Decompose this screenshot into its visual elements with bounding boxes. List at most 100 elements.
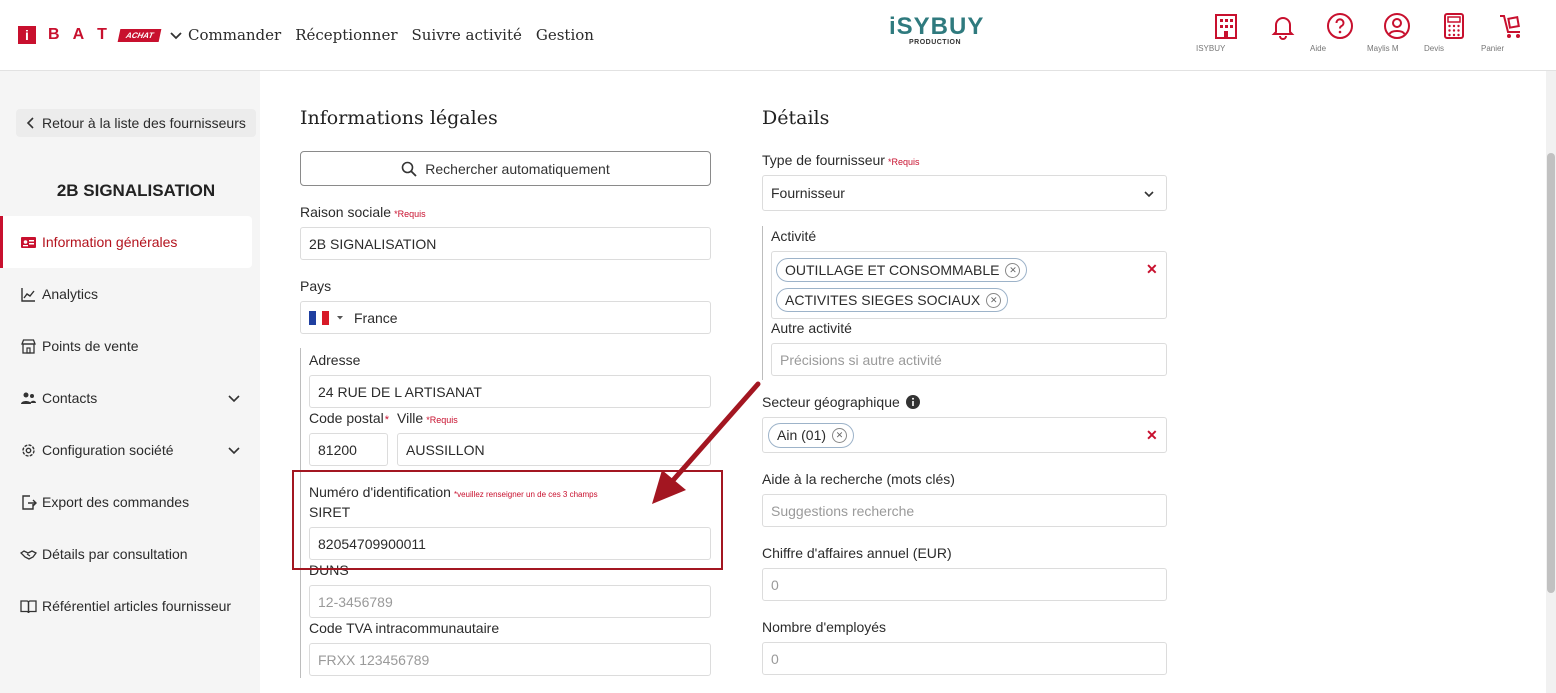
raison-sociale-label-text: Raison sociale [300, 204, 392, 220]
book-icon [20, 599, 37, 613]
required-mark: *Requis [426, 415, 458, 425]
secteur-multiselect[interactable]: Ain (01) ✕ [762, 417, 1167, 453]
export-icon [22, 494, 37, 510]
auto-search-button[interactable]: Rechercher automatiquement [300, 151, 711, 186]
remove-chip-icon[interactable]: ✕ [832, 427, 848, 443]
building-icon [1215, 14, 1237, 39]
clear-secteur-icon[interactable]: ✕ [1146, 427, 1158, 444]
raison-sociale-field[interactable]: 2B SIGNALISATION [300, 227, 711, 260]
sidebar-menu: Information générales Analytics Points d… [0, 216, 252, 632]
sidebar-item-label: Contacts [42, 390, 98, 406]
type-fournisseur-value: Fournisseur [771, 185, 845, 201]
chevron-down-icon[interactable] [168, 27, 184, 43]
people-icon [21, 392, 36, 404]
france-flag-icon [309, 310, 329, 325]
sidebar-item-information-generales[interactable]: Information générales [0, 216, 252, 268]
sidebar-item-configuration-societe[interactable]: Configuration société [0, 424, 252, 476]
sidebar-item-contacts[interactable]: Contacts [0, 372, 252, 424]
nav-gestion[interactable]: Gestion [536, 26, 594, 44]
isybuy-button[interactable]: ISYBUY [1196, 12, 1256, 53]
sidebar-item-points-de-vente[interactable]: Points de vente [0, 320, 252, 372]
brand-achat-badge: ACHAT [117, 28, 162, 42]
isybuy-label: ISYBUY [1196, 44, 1226, 53]
chevron-down-icon[interactable] [226, 442, 242, 458]
type-fournisseur-label: Type de fournisseur *Requis [762, 152, 920, 168]
chevron-left-icon [26, 117, 34, 129]
sidebar-item-details-par-consultation[interactable]: Détails par consultation [0, 528, 252, 580]
back-label: Retour à la liste des fournisseurs [42, 115, 246, 131]
chiffre-affaires-label: Chiffre d'affaires annuel (EUR) [762, 545, 952, 561]
caret-down-icon[interactable] [335, 314, 345, 322]
top-bar: i B A T ACHAT Commander Réceptionner Sui… [0, 0, 1556, 71]
nav-suivre-activite[interactable]: Suivre activité [412, 26, 522, 44]
clear-activites-icon[interactable]: ✕ [1146, 261, 1158, 278]
secteur-chip-label: Ain (01) [777, 427, 827, 443]
required-star: * [384, 414, 389, 426]
account-label: Maylis M [1367, 44, 1399, 53]
aide-recherche-field[interactable]: Suggestions recherche [762, 494, 1167, 527]
details-section-title: Détails [762, 107, 830, 129]
brand-logo[interactable]: i B A T ACHAT [18, 26, 184, 44]
handshake-icon [20, 549, 37, 560]
annotation-arrow [652, 381, 761, 504]
duns-field[interactable]: 12-3456789 [309, 585, 711, 618]
sidebar-item-export-des-commandes[interactable]: Export des commandes [0, 476, 252, 528]
secteur-label: Secteur géographique [762, 394, 920, 410]
tva-label: Code TVA intracommunautaire [309, 620, 500, 636]
brand-letter: T [97, 26, 107, 43]
brand-letters: B A T [48, 26, 107, 44]
user-icon [1384, 13, 1410, 39]
pays-value: France [354, 309, 398, 326]
sidebar-item-referentiel-articles[interactable]: Référentiel articles fournisseur [0, 580, 252, 632]
sidebar-item-label: Analytics [42, 286, 99, 302]
chiffre-affaires-field[interactable]: 0 [762, 568, 1167, 601]
cart-button[interactable]: Panier [1481, 12, 1541, 53]
brand-letter: A [72, 26, 85, 43]
calculator-icon [1444, 13, 1464, 39]
nav-commander[interactable]: Commander [188, 26, 281, 44]
autre-activite-field[interactable]: Précisions si autre activité [771, 343, 1167, 376]
activite-chip-label: ACTIVITES SIEGES SOCIAUX [785, 292, 981, 308]
help-label: Aide [1310, 44, 1327, 53]
code-postal-label: Code postal* [309, 410, 389, 426]
nav-receptionner[interactable]: Réceptionner [295, 26, 397, 44]
sidebar-item-label: Configuration société [42, 442, 174, 458]
required-mark: *Requis [887, 157, 920, 167]
cart-icon [1500, 15, 1520, 38]
secteur-label-text: Secteur géographique [762, 394, 900, 410]
activite-chip: OUTILLAGE ET CONSOMMABLE ✕ [776, 258, 1028, 282]
type-fournisseur-select[interactable]: Fournisseur [762, 175, 1167, 211]
pays-label: Pays [300, 278, 332, 294]
info-icon[interactable] [905, 395, 920, 409]
help-icon [1327, 13, 1353, 39]
pays-field[interactable]: France [300, 301, 711, 334]
nombre-employes-label: Nombre d'employés [762, 619, 887, 635]
cart-label: Panier [1481, 44, 1505, 53]
account-button[interactable]: Maylis M [1367, 12, 1427, 53]
chart-line-icon [21, 287, 35, 302]
remove-chip-icon[interactable]: ✕ [986, 292, 1002, 308]
tva-field[interactable]: FRXX 123456789 [309, 643, 711, 676]
settings-icon [22, 443, 35, 457]
search-icon [401, 161, 417, 177]
chevron-down-icon[interactable] [226, 390, 242, 406]
chevron-down-icon [1144, 191, 1154, 198]
help-button[interactable]: Aide [1310, 12, 1370, 53]
scrollbar-thumb[interactable] [1547, 153, 1555, 593]
autre-activite-label: Autre activité [771, 320, 852, 336]
store-icon [21, 338, 36, 354]
code-postal-field[interactable]: 81200 [309, 433, 388, 466]
isybuy-logo[interactable]: iSYBUY PRODUCTION [889, 13, 983, 46]
quotes-button[interactable]: Devis [1424, 12, 1484, 53]
sidebar-item-analytics[interactable]: Analytics [0, 268, 252, 320]
id-card-icon [21, 236, 36, 248]
sidebar-item-label: Information générales [42, 234, 178, 250]
adresse-label: Adresse [309, 352, 361, 368]
scrollbar[interactable] [1546, 71, 1556, 693]
brand-letter: B [48, 26, 60, 43]
activite-multiselect[interactable]: OUTILLAGE ET CONSOMMABLE ✕ ACTIVITES SIE… [771, 251, 1167, 319]
notifications-button[interactable] [1253, 12, 1313, 40]
back-to-suppliers-button[interactable]: Retour à la liste des fournisseurs [16, 109, 256, 137]
nombre-employes-field[interactable]: 0 [762, 642, 1167, 675]
remove-chip-icon[interactable]: ✕ [1005, 262, 1021, 278]
